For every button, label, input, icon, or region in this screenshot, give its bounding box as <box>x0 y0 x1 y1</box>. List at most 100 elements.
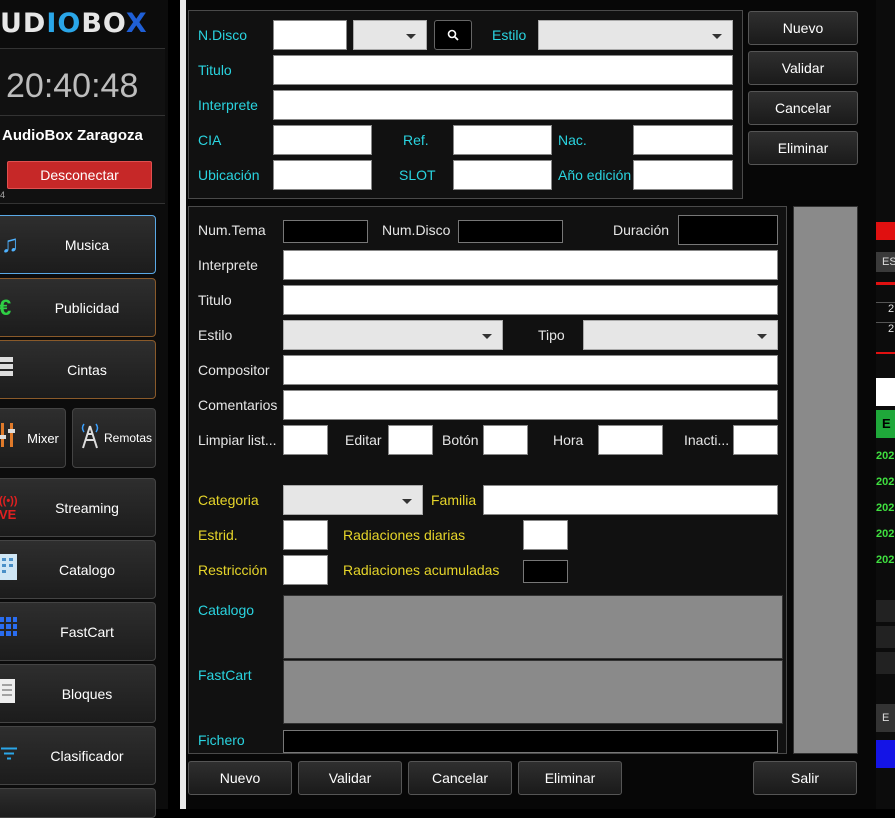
track-estilo-label: Estilo <box>198 327 233 343</box>
sidebar-item-musica[interactable]: ♫ Musica <box>0 215 156 274</box>
boton-input[interactable] <box>483 425 528 455</box>
sidebar-item-remotas[interactable]: Remotas <box>72 408 156 468</box>
sidebar-item-label: Bloques <box>61 685 113 702</box>
mixer-icon <box>0 421 17 455</box>
radiaciones-acumuladas-label: Radiaciones acumuladas <box>343 562 500 578</box>
categoria-dropdown[interactable] <box>283 485 423 515</box>
radiaciones-diarias-label: Radiaciones diarias <box>343 527 466 543</box>
validar-disc-button[interactable]: Validar <box>748 51 858 85</box>
cancelar-track-button[interactable]: Cancelar <box>408 761 512 795</box>
nac-input[interactable] <box>633 125 733 155</box>
sidebar-item-fastcart[interactable]: FastCart <box>0 602 156 661</box>
numdisco-input[interactable] <box>458 220 563 243</box>
track-titulo-label: Titulo <box>198 292 232 308</box>
sidebar-item-bloques[interactable]: Bloques <box>0 664 156 723</box>
nuevo-disc-button[interactable]: Nuevo <box>748 11 858 45</box>
fichero-input[interactable] <box>283 730 778 753</box>
blue-block <box>876 740 895 768</box>
duracion-input[interactable] <box>678 215 778 245</box>
inacti-input[interactable] <box>733 425 778 455</box>
catalog-icon <box>0 553 17 586</box>
limpiar-input[interactable] <box>283 425 328 455</box>
sidebar-item-label: Remotas <box>103 431 153 445</box>
strip-green: E <box>876 410 895 438</box>
sidebar-item-publicidad[interactable]: € Publicidad <box>0 278 156 337</box>
grid-icon <box>0 616 17 647</box>
restriccion-input[interactable] <box>283 555 328 585</box>
familia-input[interactable] <box>483 485 778 515</box>
antenna-icon <box>79 420 101 456</box>
salir-button[interactable]: Salir <box>753 761 857 795</box>
euro-icon: € <box>0 294 12 320</box>
compositor-input[interactable] <box>283 355 778 385</box>
ref-label: Ref. <box>403 132 429 148</box>
strip-e2: E <box>876 704 895 732</box>
editar-label: Editar <box>345 432 382 448</box>
strip-row-1: 202 <box>876 450 895 462</box>
track-estilo-dropdown[interactable] <box>283 320 503 350</box>
sidebar-item-mixer[interactable]: Mixer <box>0 408 66 468</box>
ndisco-input[interactable] <box>273 20 347 50</box>
titulo-input[interactable] <box>273 55 733 85</box>
tipo-dropdown[interactable] <box>583 320 778 350</box>
comentarios-input[interactable] <box>283 390 778 420</box>
anio-edicion-input[interactable] <box>633 160 733 190</box>
familia-label: Familia <box>431 492 477 508</box>
estilo-label: Estilo <box>492 27 527 43</box>
track-interprete-input[interactable] <box>283 250 778 280</box>
interprete-input[interactable] <box>273 90 733 120</box>
cancelar-disc-button[interactable]: Cancelar <box>748 91 858 125</box>
strip-es: ES <box>876 252 895 272</box>
fastcart-label: FastCart <box>198 667 252 683</box>
numtema-input[interactable] <box>283 220 368 243</box>
sidebar-item-partial[interactable] <box>0 788 156 818</box>
validar-track-button[interactable]: Validar <box>298 761 402 795</box>
cia-input[interactable] <box>273 125 372 155</box>
sidebar-item-cintas[interactable]: Cintas <box>0 340 156 399</box>
boton-label: Botón <box>442 432 479 448</box>
audiobox-logo: UDIOBOX <box>0 8 148 39</box>
fastcart-list[interactable] <box>283 660 783 724</box>
tipo-label: Tipo <box>538 327 565 343</box>
station-panel: AudioBox Zaragoza Desconectar 4 <box>0 116 165 204</box>
slot-input[interactable] <box>453 160 552 190</box>
sidebar-item-label: Mixer <box>27 430 59 446</box>
track-list-scroll[interactable] <box>793 206 858 754</box>
sidebar-item-streaming[interactable]: ((•)) VE Streaming <box>0 478 156 537</box>
nac-label: Nac. <box>558 132 587 148</box>
disconnect-button[interactable]: Desconectar <box>7 161 152 189</box>
search-button[interactable] <box>434 20 472 50</box>
eliminar-track-button[interactable]: Eliminar <box>518 761 622 795</box>
comentarios-label: Comentarios <box>198 397 278 413</box>
hora-label: Hora <box>553 432 584 448</box>
strip-row-3: 202 <box>876 502 895 514</box>
estilo-dropdown[interactable] <box>538 20 733 50</box>
red-bar <box>876 222 895 240</box>
numdisco-label: Num.Disco <box>382 222 451 238</box>
ref-input[interactable] <box>453 125 552 155</box>
editar-input[interactable] <box>388 425 433 455</box>
nuevo-track-button[interactable]: Nuevo <box>188 761 292 795</box>
track-titulo-input[interactable] <box>283 285 778 315</box>
disc-edit-dialog: N.Disco Estilo Titulo Interprete CIA Ref… <box>186 0 876 809</box>
clock-time: 20:40:48 <box>6 67 139 105</box>
estrid-label: Estrid. <box>198 527 238 543</box>
sidebar-item-catalogo[interactable]: Catalogo <box>0 540 156 599</box>
strip-value-2: 2 <box>876 322 895 338</box>
hora-input[interactable] <box>598 425 663 455</box>
catalogo-label: Catalogo <box>198 602 255 618</box>
estrid-input[interactable] <box>283 520 328 550</box>
track-interprete-label: Interprete <box>198 257 258 273</box>
eliminar-disc-button[interactable]: Eliminar <box>748 131 858 165</box>
limpiar-label: Limpiar list... <box>198 432 277 448</box>
radiaciones-acumuladas-input[interactable] <box>523 560 568 583</box>
sidebar-item-clasificador[interactable]: Clasificador <box>0 726 156 785</box>
filter-lines-icon <box>1 744 17 767</box>
tapes-icon <box>0 356 13 384</box>
radiaciones-diarias-input[interactable] <box>523 520 568 550</box>
sidebar-item-label: Publicidad <box>54 299 120 316</box>
ubicacion-input[interactable] <box>273 160 372 190</box>
strip-block-c <box>876 652 895 674</box>
ndisco-dropdown[interactable] <box>353 20 427 50</box>
catalogo-list[interactable] <box>283 595 783 659</box>
